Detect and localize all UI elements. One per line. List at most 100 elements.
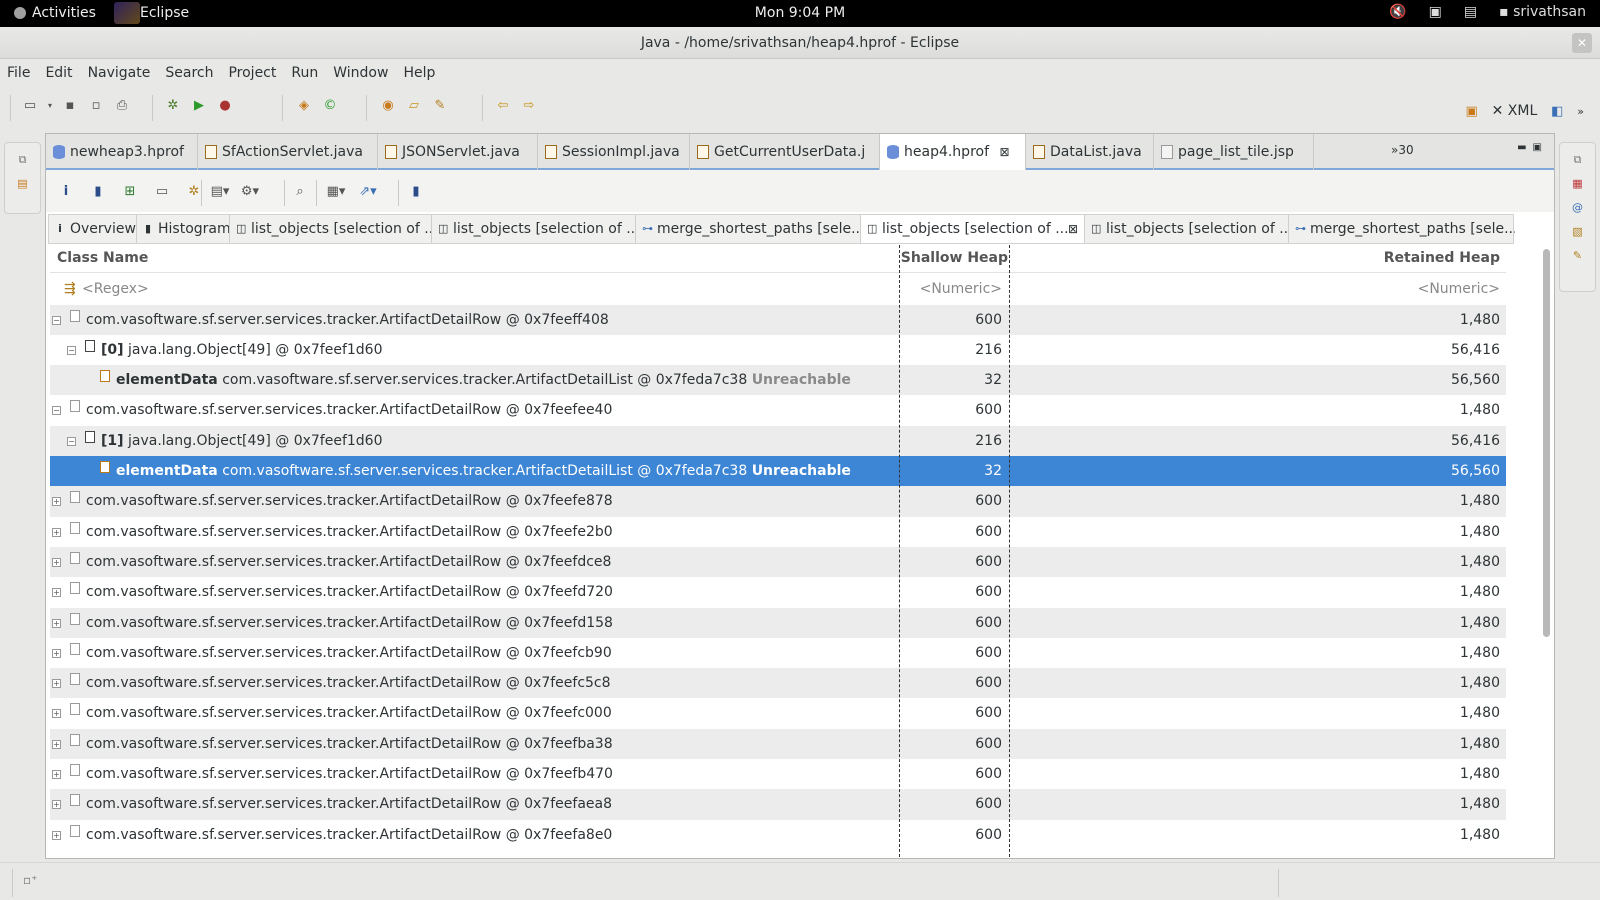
table-row[interactable]: + com.vasoftware.sf.server.services.track… [50, 577, 1506, 607]
table-row[interactable]: − com.vasoftware.sf.server.services.track… [50, 395, 1506, 425]
xml-perspective-button[interactable]: ✕ XML [1492, 103, 1538, 119]
tab-list-objects-4[interactable]: ◫ list_objects [selection of ... [1085, 215, 1289, 243]
expand-icon[interactable]: + [52, 527, 61, 537]
menu-search[interactable]: Search [165, 65, 213, 81]
collapse-icon[interactable]: − [67, 436, 76, 446]
table-row[interactable]: − com.vasoftware.sf.server.services.track… [50, 304, 1506, 335]
group-by-icon[interactable]: ▦▾ [326, 181, 346, 201]
expand-icon[interactable]: + [52, 497, 61, 507]
info-icon[interactable]: i [56, 181, 76, 201]
back-arrow-icon[interactable]: ⇦ [493, 95, 513, 115]
search-icon[interactable]: ⌕ [290, 181, 310, 201]
run-report-icon[interactable]: ▤▾ [210, 181, 230, 201]
query-browser-icon[interactable]: ⚙▾ [240, 181, 260, 201]
fast-view-icon[interactable]: ▫⁺ [23, 873, 37, 887]
dominator-tree-icon[interactable]: ⊞ [120, 181, 140, 201]
expand-icon[interactable]: + [52, 679, 61, 689]
scrollbar-thumb[interactable] [1543, 249, 1550, 637]
save-icon[interactable]: ▪ [60, 95, 80, 115]
tab-getcurrentuserdata[interactable]: GetCurrentUserData.j [690, 134, 880, 170]
collapse-icon[interactable]: − [52, 315, 61, 325]
column-divider[interactable] [899, 245, 900, 857]
tab-heap4[interactable]: heap4.hprof ⊠ [880, 134, 1026, 170]
table-row[interactable]: + com.vasoftware.sf.server.services.track… [50, 789, 1506, 820]
navigation-history-icon[interactable]: ✎ [1570, 249, 1586, 263]
column-divider[interactable] [1009, 245, 1010, 857]
menu-help[interactable]: Help [403, 65, 435, 81]
expand-icon[interactable]: + [52, 739, 61, 749]
run-icon[interactable]: ▶ [189, 95, 209, 115]
new-wizard-icon[interactable]: ▭ [20, 95, 40, 115]
expand-icon[interactable]: + [52, 800, 61, 810]
collapse-icon[interactable]: − [52, 406, 61, 416]
close-icon[interactable]: ⊠ [1068, 215, 1078, 243]
table-row[interactable]: + com.vasoftware.sf.server.services.track… [50, 668, 1506, 699]
collapse-icon[interactable]: − [67, 345, 76, 355]
forward-arrow-icon[interactable]: ⇨ [519, 95, 539, 115]
table-row[interactable]: + com.vasoftware.sf.server.services.track… [50, 728, 1506, 759]
more-tabs-button[interactable]: »30 [1391, 143, 1414, 157]
expand-icon[interactable]: + [52, 648, 61, 658]
filter-class-name-input[interactable]: <Regex> [82, 274, 149, 304]
clipboard-icon[interactable]: ▤ [1464, 4, 1477, 20]
tab-histogram[interactable]: ▮ Histogram [137, 215, 230, 243]
export-icon[interactable]: ⇗▾ [358, 181, 378, 201]
tab-overview[interactable]: i Overview [49, 215, 137, 243]
tab-close-icon[interactable]: ⊠ [999, 145, 1009, 159]
tab-merge-shortest-paths-2[interactable]: ⊶ merge_shortest_paths [sele... [1289, 215, 1515, 243]
open-folder-icon[interactable]: ▱ [404, 95, 424, 115]
window-close-button[interactable]: ✕ [1572, 33, 1592, 53]
expand-icon[interactable]: + [52, 830, 61, 840]
table-row[interactable]: + com.vasoftware.sf.server.services.track… [50, 638, 1506, 668]
print-icon[interactable]: ⎙ [112, 95, 132, 115]
table-row[interactable]: + com.vasoftware.sf.server.services.track… [50, 698, 1506, 728]
save-all-icon[interactable]: ▫ [86, 95, 106, 115]
tab-sessionimpl[interactable]: SessionImpl.java [538, 134, 690, 170]
notes-icon[interactable]: ▧ [1570, 225, 1586, 239]
tab-sfactionservlet[interactable]: SfActionServlet.java [198, 134, 378, 170]
expand-icon[interactable]: + [52, 557, 61, 567]
app-menu[interactable]: Eclipse [114, 2, 189, 24]
table-row[interactable]: + com.vasoftware.sf.server.services.track… [50, 820, 1506, 850]
open-perspective-icon[interactable]: ▣ [1462, 101, 1482, 121]
menu-navigate[interactable]: Navigate [88, 65, 151, 81]
table-row[interactable]: elementData com.vasoftware.sf.server.ser… [50, 365, 1506, 396]
table-row[interactable]: − [1] java.lang.Object[49] @ 0x7feef1d60 2… [50, 425, 1506, 456]
new-class-icon[interactable]: © [320, 95, 340, 115]
expand-icon[interactable]: + [52, 588, 61, 598]
table-row[interactable]: elementData com.vasoftware.sf.server.ser… [50, 456, 1506, 487]
tab-list-objects-2[interactable]: ◫ list_objects [selection of ... [432, 215, 636, 243]
menu-edit[interactable]: Edit [45, 65, 72, 81]
new-package-icon[interactable]: ◈ [294, 95, 314, 115]
filter-retained-input[interactable]: <Numeric> [1010, 274, 1500, 304]
open-type-icon[interactable]: ◉ [378, 95, 398, 115]
menu-file[interactable]: File [7, 65, 30, 81]
at-icon[interactable]: @ [1570, 201, 1586, 215]
filter-shallow-input[interactable]: <Numeric> [900, 274, 1002, 304]
expand-icon[interactable]: + [52, 770, 61, 779]
expand-icon[interactable]: + [52, 709, 61, 719]
tab-jsonservlet[interactable]: JSONServlet.java [378, 134, 538, 170]
tab-list-objects-1[interactable]: ◫ list_objects [selection of ... [230, 215, 432, 243]
tab-merge-shortest-paths-1[interactable]: ⊶ merge_shortest_paths [sele... [636, 215, 861, 243]
column-header-retained-heap[interactable]: Retained Heap [1010, 250, 1500, 266]
table-row[interactable]: + com.vasoftware.sf.server.services.track… [50, 546, 1506, 578]
activities-button[interactable]: Activities [14, 5, 96, 21]
network-icon[interactable]: ▣ [1429, 4, 1442, 20]
restore-icon[interactable]: ⧉ [15, 153, 31, 167]
restore-right-icon[interactable]: ⧉ [1570, 153, 1586, 167]
perspective-overflow-icon[interactable]: » [1577, 105, 1584, 118]
run-external-icon[interactable]: ● [215, 95, 235, 115]
pen-icon[interactable]: ✎ [430, 95, 450, 115]
tab-datalist[interactable]: DataList.java [1026, 134, 1154, 170]
expand-icon[interactable]: + [52, 618, 61, 628]
table-row[interactable]: + com.vasoftware.sf.server.services.track… [50, 517, 1506, 547]
table-row[interactable]: − [0] java.lang.Object[49] @ 0x7feef1d60 2… [50, 335, 1506, 365]
tab-newheap3[interactable]: newheap3.hprof [46, 134, 198, 170]
column-header-shallow-heap[interactable]: Shallow Heap [900, 250, 1008, 266]
tab-list-objects-3[interactable]: ◫ list_objects [selection of ... ⊠ [861, 215, 1085, 243]
memory-analyzer-perspective-icon[interactable]: ◧ [1547, 101, 1567, 121]
vertical-scrollbar[interactable] [1542, 247, 1551, 857]
menu-project[interactable]: Project [228, 65, 276, 81]
column-header-class-name[interactable]: Class Name [57, 250, 148, 266]
